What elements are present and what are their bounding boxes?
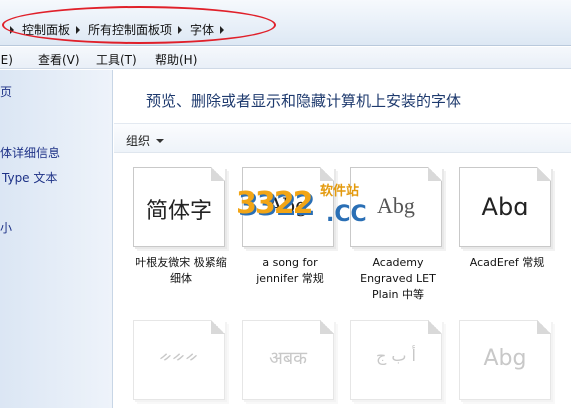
organize-label: 组织 [126,134,151,148]
menu-tools[interactable]: 工具(T) [96,51,137,68]
font-sample: ᨀᨀᨀ [159,346,199,365]
font-preview-icon: أ ب ج [350,320,442,400]
font-tile[interactable]: Abg [459,320,555,400]
font-sample: أ ب ج [375,346,416,365]
menu-help[interactable]: 帮助(H) [155,51,197,68]
page-title: 预览、删除或者显示和隐藏计算机上安装的字体 [146,92,462,110]
font-tile[interactable]: ᨀᨀᨀ [133,320,229,400]
font-preview-icon: Abg [459,320,551,400]
watermark-logo: 软件站 3322 .CC [236,180,386,240]
watermark-tag: 软件站 [320,184,360,199]
address-bar[interactable]: 控制面板 所有控制面板项 字体 [0,0,571,46]
font-name: Academy Engraved LET Plain 中等 [360,256,436,301]
menu-edit[interactable]: 编辑(E) [0,51,13,68]
watermark-domain: .CC [326,202,367,227]
left-link-home[interactable]: 页 [0,83,12,100]
left-link-resize[interactable]: 小 [0,219,12,236]
font-sample: अबक [269,348,307,369]
menu-view[interactable]: 查看(V) [38,51,80,68]
left-pane: 页 体详细信息 Type 文本 小 [0,70,113,408]
font-name: AcadEref 常规 [469,256,545,269]
font-tile[interactable]: أ ب ج [350,320,446,400]
organize-button[interactable]: 组织 [126,132,165,149]
watermark-number: 3322 [236,186,313,221]
chevron-down-icon [156,138,165,143]
font-tile[interactable]: 简体字 叶根友微宋 极紧缩 细体 [133,167,229,287]
font-name: 叶根友微宋 极紧缩 细体 [135,256,227,285]
font-sample: 简体字 [145,199,212,224]
font-preview-icon: अबक [242,320,334,400]
font-preview-icon: ᨀᨀᨀ [133,320,225,400]
toolbar: 组织 [114,123,571,153]
font-name: a song for jennifer 常规 [256,256,324,285]
font-tile[interactable]: अबक [242,320,338,400]
red-annotation-ellipse [2,6,276,44]
left-link-font-details[interactable]: 体详细信息 [0,144,60,161]
left-link-truetype-text[interactable]: Type 文本 [2,169,57,186]
font-preview-icon: Abɑ [459,167,551,247]
font-sample: Abg [483,346,527,371]
font-sample: Abɑ [481,193,529,221]
font-preview-icon: 简体字 [133,167,225,247]
menu-bar: 编辑(E) 查看(V) 工具(T) 帮助(H) [0,47,571,69]
font-tile[interactable]: Abɑ AcadEref 常规 [459,167,555,271]
